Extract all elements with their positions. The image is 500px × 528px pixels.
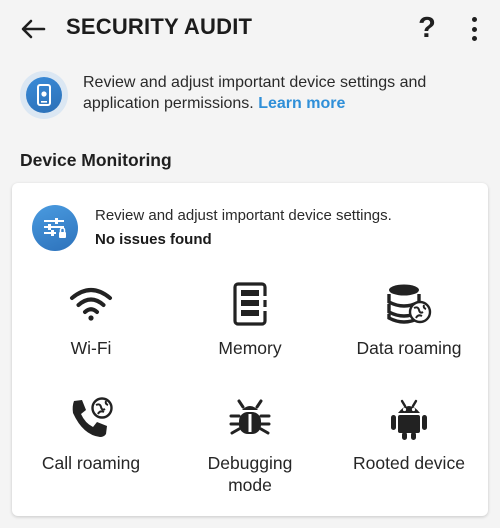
- page-title: SECURITY AUDIT: [66, 14, 253, 39]
- settings-sliders-icon: [32, 205, 78, 251]
- intro-text: Review and adjust important device setti…: [83, 74, 427, 112]
- tile-label: Wi-Fi: [70, 338, 112, 358]
- learn-more-link[interactable]: Learn more: [258, 95, 345, 112]
- app-bar: SECURITY AUDIT ?: [0, 0, 500, 58]
- tile-label: Call roaming: [41, 453, 141, 473]
- device-monitoring-card: Review and adjust important device setti…: [12, 183, 488, 516]
- more-options-icon[interactable]: [462, 14, 486, 44]
- tile-label: Debugging mode: [207, 453, 293, 495]
- status-text: No issues found: [95, 231, 212, 248]
- call-roaming-icon: [16, 396, 166, 442]
- data-roaming-tile[interactable]: Data roaming: [334, 281, 484, 359]
- intro-description: Review and adjust important device setti…: [83, 72, 483, 114]
- back-arrow-icon[interactable]: [18, 16, 48, 42]
- debugging-mode-tile[interactable]: Debugging mode: [175, 396, 325, 496]
- wifi-icon: [16, 281, 166, 327]
- memory-tile[interactable]: Memory: [175, 281, 325, 359]
- call-roaming-tile[interactable]: Call roaming: [16, 396, 166, 474]
- help-icon[interactable]: ?: [412, 10, 442, 46]
- card-description: Review and adjust important device setti…: [95, 207, 392, 224]
- rooted-device-tile[interactable]: Rooted device: [334, 396, 484, 474]
- tile-label: Memory: [218, 338, 282, 358]
- tile-label: Rooted device: [353, 453, 465, 473]
- section-title: Device Monitoring: [20, 150, 172, 170]
- device-settings-icon: [20, 71, 68, 119]
- memory-icon: [175, 281, 325, 327]
- wifi-tile[interactable]: Wi-Fi: [16, 281, 166, 359]
- data-roaming-icon: [334, 281, 484, 327]
- tile-label: Data roaming: [356, 338, 462, 358]
- bug-icon: [175, 396, 325, 442]
- android-icon: [334, 396, 484, 442]
